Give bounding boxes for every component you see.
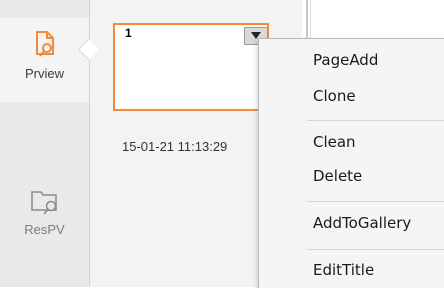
menu-item-delete[interactable]: Delete: [313, 167, 362, 185]
page-timestamp: 15-01-21 11:13:29: [122, 139, 228, 154]
menu-separator: [307, 201, 444, 202]
context-menu: PageAdd Clone Clean Delete AddToGallery …: [258, 38, 444, 288]
tab-prview[interactable]: Prview: [0, 18, 89, 102]
page-thumbnail[interactable]: 1: [113, 23, 269, 111]
document-search-icon: [35, 31, 54, 57]
page-number: 1: [125, 26, 132, 40]
menu-item-addtogallery[interactable]: AddToGallery: [313, 214, 411, 232]
menu-separator: [307, 120, 444, 121]
menu-item-edittitle[interactable]: EditTitle: [313, 261, 374, 279]
folder-search-icon: [30, 191, 57, 215]
tab-respv-label: ResPV: [24, 222, 65, 237]
tab-prview-label: Prview: [24, 66, 64, 81]
tab-respv[interactable]: ResPV: [0, 180, 89, 260]
menu-item-pageadd[interactable]: PageAdd: [313, 51, 378, 69]
sidebar: Prview ResPV: [0, 0, 90, 287]
menu-separator: [307, 249, 444, 250]
menu-item-clean[interactable]: Clean: [313, 133, 356, 151]
menu-item-clone[interactable]: Clone: [313, 87, 356, 105]
